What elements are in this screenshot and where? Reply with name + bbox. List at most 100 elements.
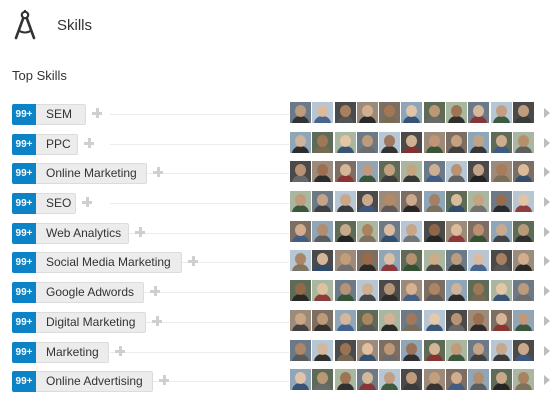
endorsement-count-badge[interactable]: 99+ xyxy=(12,163,36,185)
endorser-avatar[interactable] xyxy=(356,250,378,272)
skill-name[interactable]: Marketing xyxy=(36,341,109,363)
endorse-plus-icon[interactable] xyxy=(92,108,102,118)
endorsement-count-badge[interactable]: 99+ xyxy=(12,222,36,244)
endorser-avatar[interactable] xyxy=(312,250,334,272)
endorse-plus-icon[interactable] xyxy=(159,375,169,386)
endorsement-count-badge[interactable]: 99+ xyxy=(12,104,36,125)
skill-name[interactable]: SEO xyxy=(36,193,76,215)
next-arrow-icon[interactable] xyxy=(544,345,550,356)
endorser-avatar[interactable] xyxy=(468,191,490,213)
skill-name[interactable]: Online Marketing xyxy=(36,163,147,185)
endorser-avatar[interactable] xyxy=(379,220,401,242)
endorser-avatar[interactable] xyxy=(468,102,490,123)
endorser-avatar[interactable] xyxy=(512,339,534,361)
endorser-avatar[interactable] xyxy=(290,191,311,213)
endorser-avatar[interactable] xyxy=(468,369,490,391)
endorser-avatar[interactable] xyxy=(312,369,334,391)
endorser-avatar[interactable] xyxy=(401,250,423,272)
endorser-avatar[interactable] xyxy=(490,309,512,331)
endorse-plus-icon[interactable] xyxy=(150,286,160,297)
endorser-avatar[interactable] xyxy=(379,339,401,361)
endorsement-count-badge[interactable]: 99+ xyxy=(12,252,36,274)
next-arrow-icon[interactable] xyxy=(544,197,550,208)
endorser-avatar[interactable] xyxy=(290,161,311,183)
endorser-avatar[interactable] xyxy=(490,280,512,302)
endorser-avatar[interactable] xyxy=(490,369,512,391)
endorser-avatar[interactable] xyxy=(446,102,468,123)
endorser-avatar[interactable] xyxy=(423,161,445,183)
endorser-avatar[interactable] xyxy=(423,369,445,391)
endorser-avatar[interactable] xyxy=(334,369,356,391)
endorser-avatar[interactable] xyxy=(446,280,468,302)
endorser-avatar[interactable] xyxy=(468,309,490,331)
endorser-avatar[interactable] xyxy=(446,191,468,213)
next-arrow-icon[interactable] xyxy=(544,108,550,118)
endorser-avatar[interactable] xyxy=(512,161,534,183)
endorse-plus-icon[interactable] xyxy=(84,137,94,148)
endorser-avatar[interactable] xyxy=(512,102,534,123)
endorsement-count-badge[interactable]: 99+ xyxy=(12,282,36,304)
endorser-avatar[interactable] xyxy=(290,131,311,153)
endorser-avatar[interactable] xyxy=(356,220,378,242)
endorser-avatar[interactable] xyxy=(334,161,356,183)
endorser-avatar[interactable] xyxy=(379,309,401,331)
endorser-avatar[interactable] xyxy=(401,161,423,183)
endorse-plus-icon[interactable] xyxy=(115,345,125,356)
endorse-plus-icon[interactable] xyxy=(82,197,92,208)
endorser-avatar[interactable] xyxy=(356,280,378,302)
endorser-avatar[interactable] xyxy=(401,131,423,153)
endorser-avatar[interactable] xyxy=(423,309,445,331)
endorser-avatar[interactable] xyxy=(423,131,445,153)
endorser-avatar[interactable] xyxy=(468,161,490,183)
skill-name[interactable]: Social Media Marketing xyxy=(36,252,182,274)
endorse-plus-icon[interactable] xyxy=(188,256,198,267)
endorsement-count-badge[interactable]: 99+ xyxy=(12,371,36,393)
endorsement-count-badge[interactable]: 99+ xyxy=(12,133,36,155)
endorser-avatar[interactable] xyxy=(312,131,334,153)
endorser-avatar[interactable] xyxy=(446,220,468,242)
endorser-avatar[interactable] xyxy=(379,161,401,183)
endorser-avatar[interactable] xyxy=(290,369,311,391)
endorser-avatar[interactable] xyxy=(379,369,401,391)
endorser-avatar[interactable] xyxy=(423,250,445,272)
skill-name[interactable]: PPC xyxy=(36,133,78,155)
endorser-avatar[interactable] xyxy=(356,191,378,213)
endorser-avatar[interactable] xyxy=(423,220,445,242)
endorser-avatar[interactable] xyxy=(401,191,423,213)
endorser-avatar[interactable] xyxy=(446,250,468,272)
endorser-avatar[interactable] xyxy=(512,280,534,302)
endorser-avatar[interactable] xyxy=(401,220,423,242)
endorsement-count-badge[interactable]: 99+ xyxy=(12,311,36,333)
endorser-avatar[interactable] xyxy=(379,191,401,213)
skill-name[interactable]: Digital Marketing xyxy=(36,311,146,333)
endorser-avatar[interactable] xyxy=(356,102,378,123)
endorser-avatar[interactable] xyxy=(490,131,512,153)
endorser-avatar[interactable] xyxy=(290,280,311,302)
endorser-avatar[interactable] xyxy=(512,191,534,213)
endorser-avatar[interactable] xyxy=(334,220,356,242)
endorser-avatar[interactable] xyxy=(401,309,423,331)
endorser-avatar[interactable] xyxy=(423,280,445,302)
endorser-avatar[interactable] xyxy=(379,131,401,153)
endorser-avatar[interactable] xyxy=(334,191,356,213)
endorser-avatar[interactable] xyxy=(401,369,423,391)
endorser-avatar[interactable] xyxy=(334,339,356,361)
endorser-avatar[interactable] xyxy=(356,161,378,183)
endorser-avatar[interactable] xyxy=(312,191,334,213)
endorser-avatar[interactable] xyxy=(512,220,534,242)
endorser-avatar[interactable] xyxy=(446,131,468,153)
next-arrow-icon[interactable] xyxy=(544,315,550,326)
next-arrow-icon[interactable] xyxy=(544,286,550,297)
endorse-plus-icon[interactable] xyxy=(135,226,145,237)
endorser-avatar[interactable] xyxy=(423,191,445,213)
next-arrow-icon[interactable] xyxy=(544,256,550,267)
endorser-avatar[interactable] xyxy=(312,220,334,242)
endorser-avatar[interactable] xyxy=(312,339,334,361)
endorser-avatar[interactable] xyxy=(512,309,534,331)
endorser-avatar[interactable] xyxy=(356,369,378,391)
endorser-avatar[interactable] xyxy=(290,339,311,361)
next-arrow-icon[interactable] xyxy=(544,137,550,148)
endorser-avatar[interactable] xyxy=(401,339,423,361)
endorser-avatar[interactable] xyxy=(290,309,311,331)
endorser-avatar[interactable] xyxy=(512,250,534,272)
